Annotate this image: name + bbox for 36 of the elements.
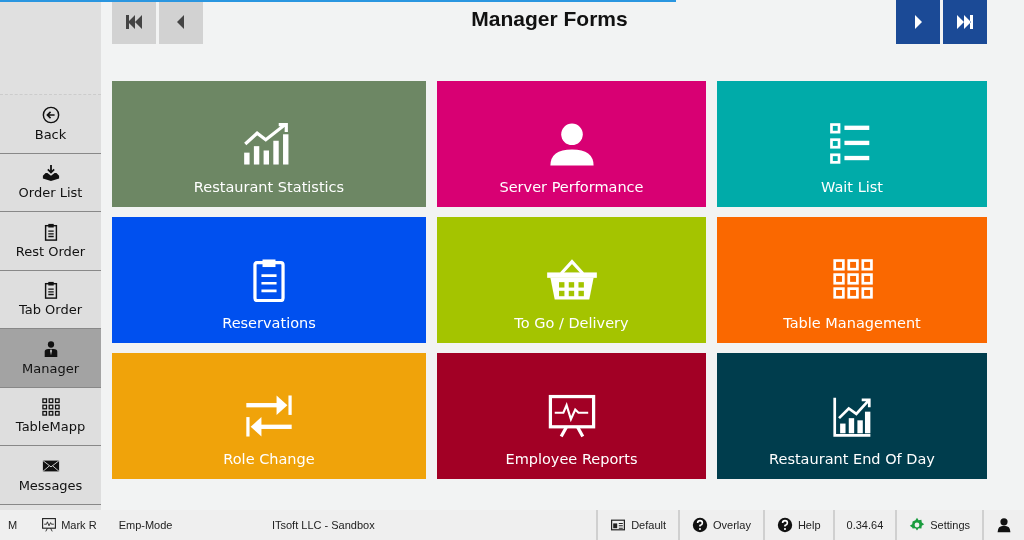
sidebar-item[interactable]: Back xyxy=(0,95,101,154)
basket-icon xyxy=(544,258,599,302)
presentation-board-icon xyxy=(41,517,58,533)
sidebar-item[interactable]: Tab Order xyxy=(0,270,101,329)
help-button[interactable]: Overlay xyxy=(678,510,763,540)
grid-icon xyxy=(41,398,60,417)
sidebar-item[interactable]: Messages xyxy=(0,446,101,505)
help-button[interactable]: Help xyxy=(762,510,833,540)
layout-icon xyxy=(610,517,627,533)
sidebar-item[interactable]: TableMapp xyxy=(0,387,101,446)
skip-forward-icon xyxy=(955,12,975,32)
back-icon xyxy=(41,105,60,124)
download-icon xyxy=(41,164,60,183)
sidebar-item[interactable]: Rest Order xyxy=(0,212,101,271)
layout-button[interactable]: Default xyxy=(596,510,678,540)
page-title: Manager Forms xyxy=(471,7,628,31)
settings-button[interactable]: Settings xyxy=(895,510,982,540)
help-icon xyxy=(692,517,708,533)
status-text: M xyxy=(8,519,18,531)
last-page-button[interactable] xyxy=(943,0,987,44)
menu-tile[interactable]: Employee Reports xyxy=(437,353,706,479)
company-name: ITsoft LLC - Sandbox xyxy=(270,519,376,531)
menu-tile[interactable]: Reservations xyxy=(112,217,426,343)
version-text: 0.34.64 xyxy=(832,510,896,540)
skip-back-icon xyxy=(124,12,144,32)
next-button[interactable] xyxy=(896,0,940,44)
sidebar-item[interactable]: Manager xyxy=(0,329,101,388)
menu-tile[interactable]: Restaurant Statistics xyxy=(112,81,426,207)
help-icon xyxy=(776,517,793,533)
menu-tile[interactable]: Restaurant End Of Day xyxy=(717,353,987,479)
sidebar-item[interactable]: Order List xyxy=(0,153,101,212)
settings-icon xyxy=(909,517,926,533)
user-icon xyxy=(996,517,1012,533)
menu-tile[interactable]: Server Performance xyxy=(437,81,706,207)
status-text: Emp-Mode xyxy=(118,519,173,531)
status-text: Mark R xyxy=(61,519,97,531)
